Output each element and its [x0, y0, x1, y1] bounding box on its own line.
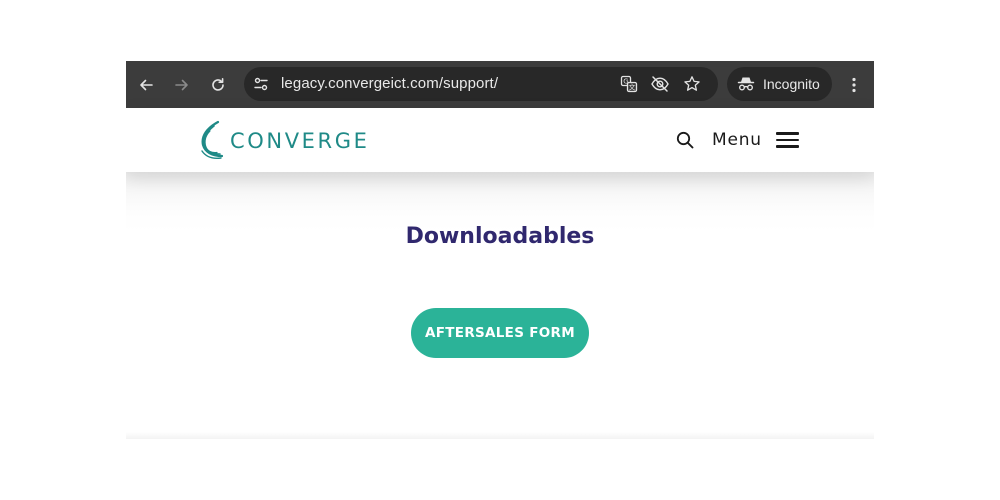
star-icon	[684, 76, 700, 91]
url-text[interactable]: legacy.convergeict.com/support/	[281, 75, 498, 93]
menu-label: Menu	[712, 130, 762, 150]
aftersales-form-button[interactable]: AFTERSALES FORM	[411, 308, 589, 358]
incognito-icon	[737, 75, 755, 93]
arrow-left-icon	[140, 79, 153, 91]
incognito-indicator[interactable]: Incognito	[727, 67, 832, 101]
search-button[interactable]	[674, 129, 696, 151]
address-bar[interactable]: legacy.convergeict.com/support/ G 文	[244, 67, 718, 101]
kebab-menu-icon	[852, 77, 856, 93]
arrow-right-icon	[175, 79, 188, 91]
converge-logo[interactable]: CONVERGE	[198, 120, 369, 162]
converge-logo-mark	[201, 120, 224, 159]
bookmark-button[interactable]	[682, 74, 702, 94]
eye-off-icon	[651, 76, 669, 92]
page-title: Downloadables	[405, 224, 595, 249]
svg-text:文: 文	[629, 83, 636, 92]
section-divider	[126, 432, 874, 439]
incognito-label: Incognito	[763, 76, 820, 92]
hamburger-icon	[775, 131, 800, 149]
site-info-button[interactable]	[249, 72, 273, 96]
translate-icon: G 文	[620, 75, 638, 93]
logo-text: CONVERGE	[230, 129, 370, 153]
browser-menu-button[interactable]	[844, 72, 864, 98]
tune-icon	[254, 77, 268, 91]
reload-button[interactable]	[205, 72, 231, 98]
browser-window: legacy.convergeict.com/support/ G 文 Inco…	[126, 61, 874, 439]
forward-button[interactable]	[169, 72, 195, 98]
page-content: Downloadables AFTERSALES FORM	[126, 172, 874, 439]
translate-button[interactable]: G 文	[619, 74, 639, 94]
tracking-protection-button[interactable]	[650, 74, 670, 94]
browser-toolbar: legacy.convergeict.com/support/ G 文 Inco…	[126, 61, 874, 108]
menu-button[interactable]: Menu	[712, 126, 800, 154]
search-icon	[676, 131, 694, 149]
site-header: CONVERGE Menu	[126, 108, 874, 172]
reload-icon	[212, 78, 224, 91]
back-button[interactable]	[133, 72, 159, 98]
